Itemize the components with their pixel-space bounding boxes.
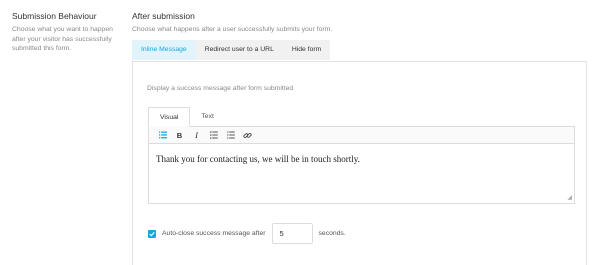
autoclose-row: Auto-close success message after seconds… [148,223,346,244]
tab-text[interactable]: Text [190,107,224,127]
seconds-suffix: seconds. [318,230,346,237]
bullet-list-icon[interactable] [205,128,222,142]
tab-redirect-url[interactable]: Redirect user to a URL [195,40,283,60]
tab-inline-message[interactable]: Inline Message [132,40,196,60]
section-title: Submission Behaviour [12,11,97,21]
section-description: Choose what you want to happen after you… [12,26,113,53]
panel-description: Display a success message after form sub… [147,85,294,92]
checkmark-icon [149,231,155,236]
after-submission-section: After submission Choose what happens aft… [132,11,588,265]
autoclose-label: Auto-close success message after [162,230,266,237]
tab-hide-form[interactable]: Hide form [282,40,331,60]
paragraph-icon[interactable] [154,128,171,142]
tab-visual[interactable]: Visual [148,107,191,127]
after-submission-title: After submission [132,11,195,21]
submission-behaviour-section: Submission Behaviour Choose what you wan… [12,11,124,54]
after-submission-description: Choose what happens after a user success… [132,26,333,33]
resize-handle-icon[interactable]: ◢ [567,195,572,201]
bold-icon[interactable]: B [171,128,188,142]
editor-toolbar: B I [148,126,575,144]
numbered-list-icon[interactable] [222,128,239,142]
submission-type-tabs: Inline Message Redirect user to a URL Hi… [132,40,588,60]
link-icon[interactable] [239,128,256,142]
autoclose-checkbox[interactable] [148,229,156,238]
inline-message-panel: Display a success message after form sub… [132,61,587,265]
editor-content: Thank you for contacting us, we will be … [156,154,360,164]
message-editor[interactable]: Thank you for contacting us, we will be … [148,144,575,204]
autoclose-seconds-input[interactable] [271,223,313,244]
italic-icon[interactable]: I [188,128,205,142]
editor-mode-tabs: Visual Text [148,107,225,127]
